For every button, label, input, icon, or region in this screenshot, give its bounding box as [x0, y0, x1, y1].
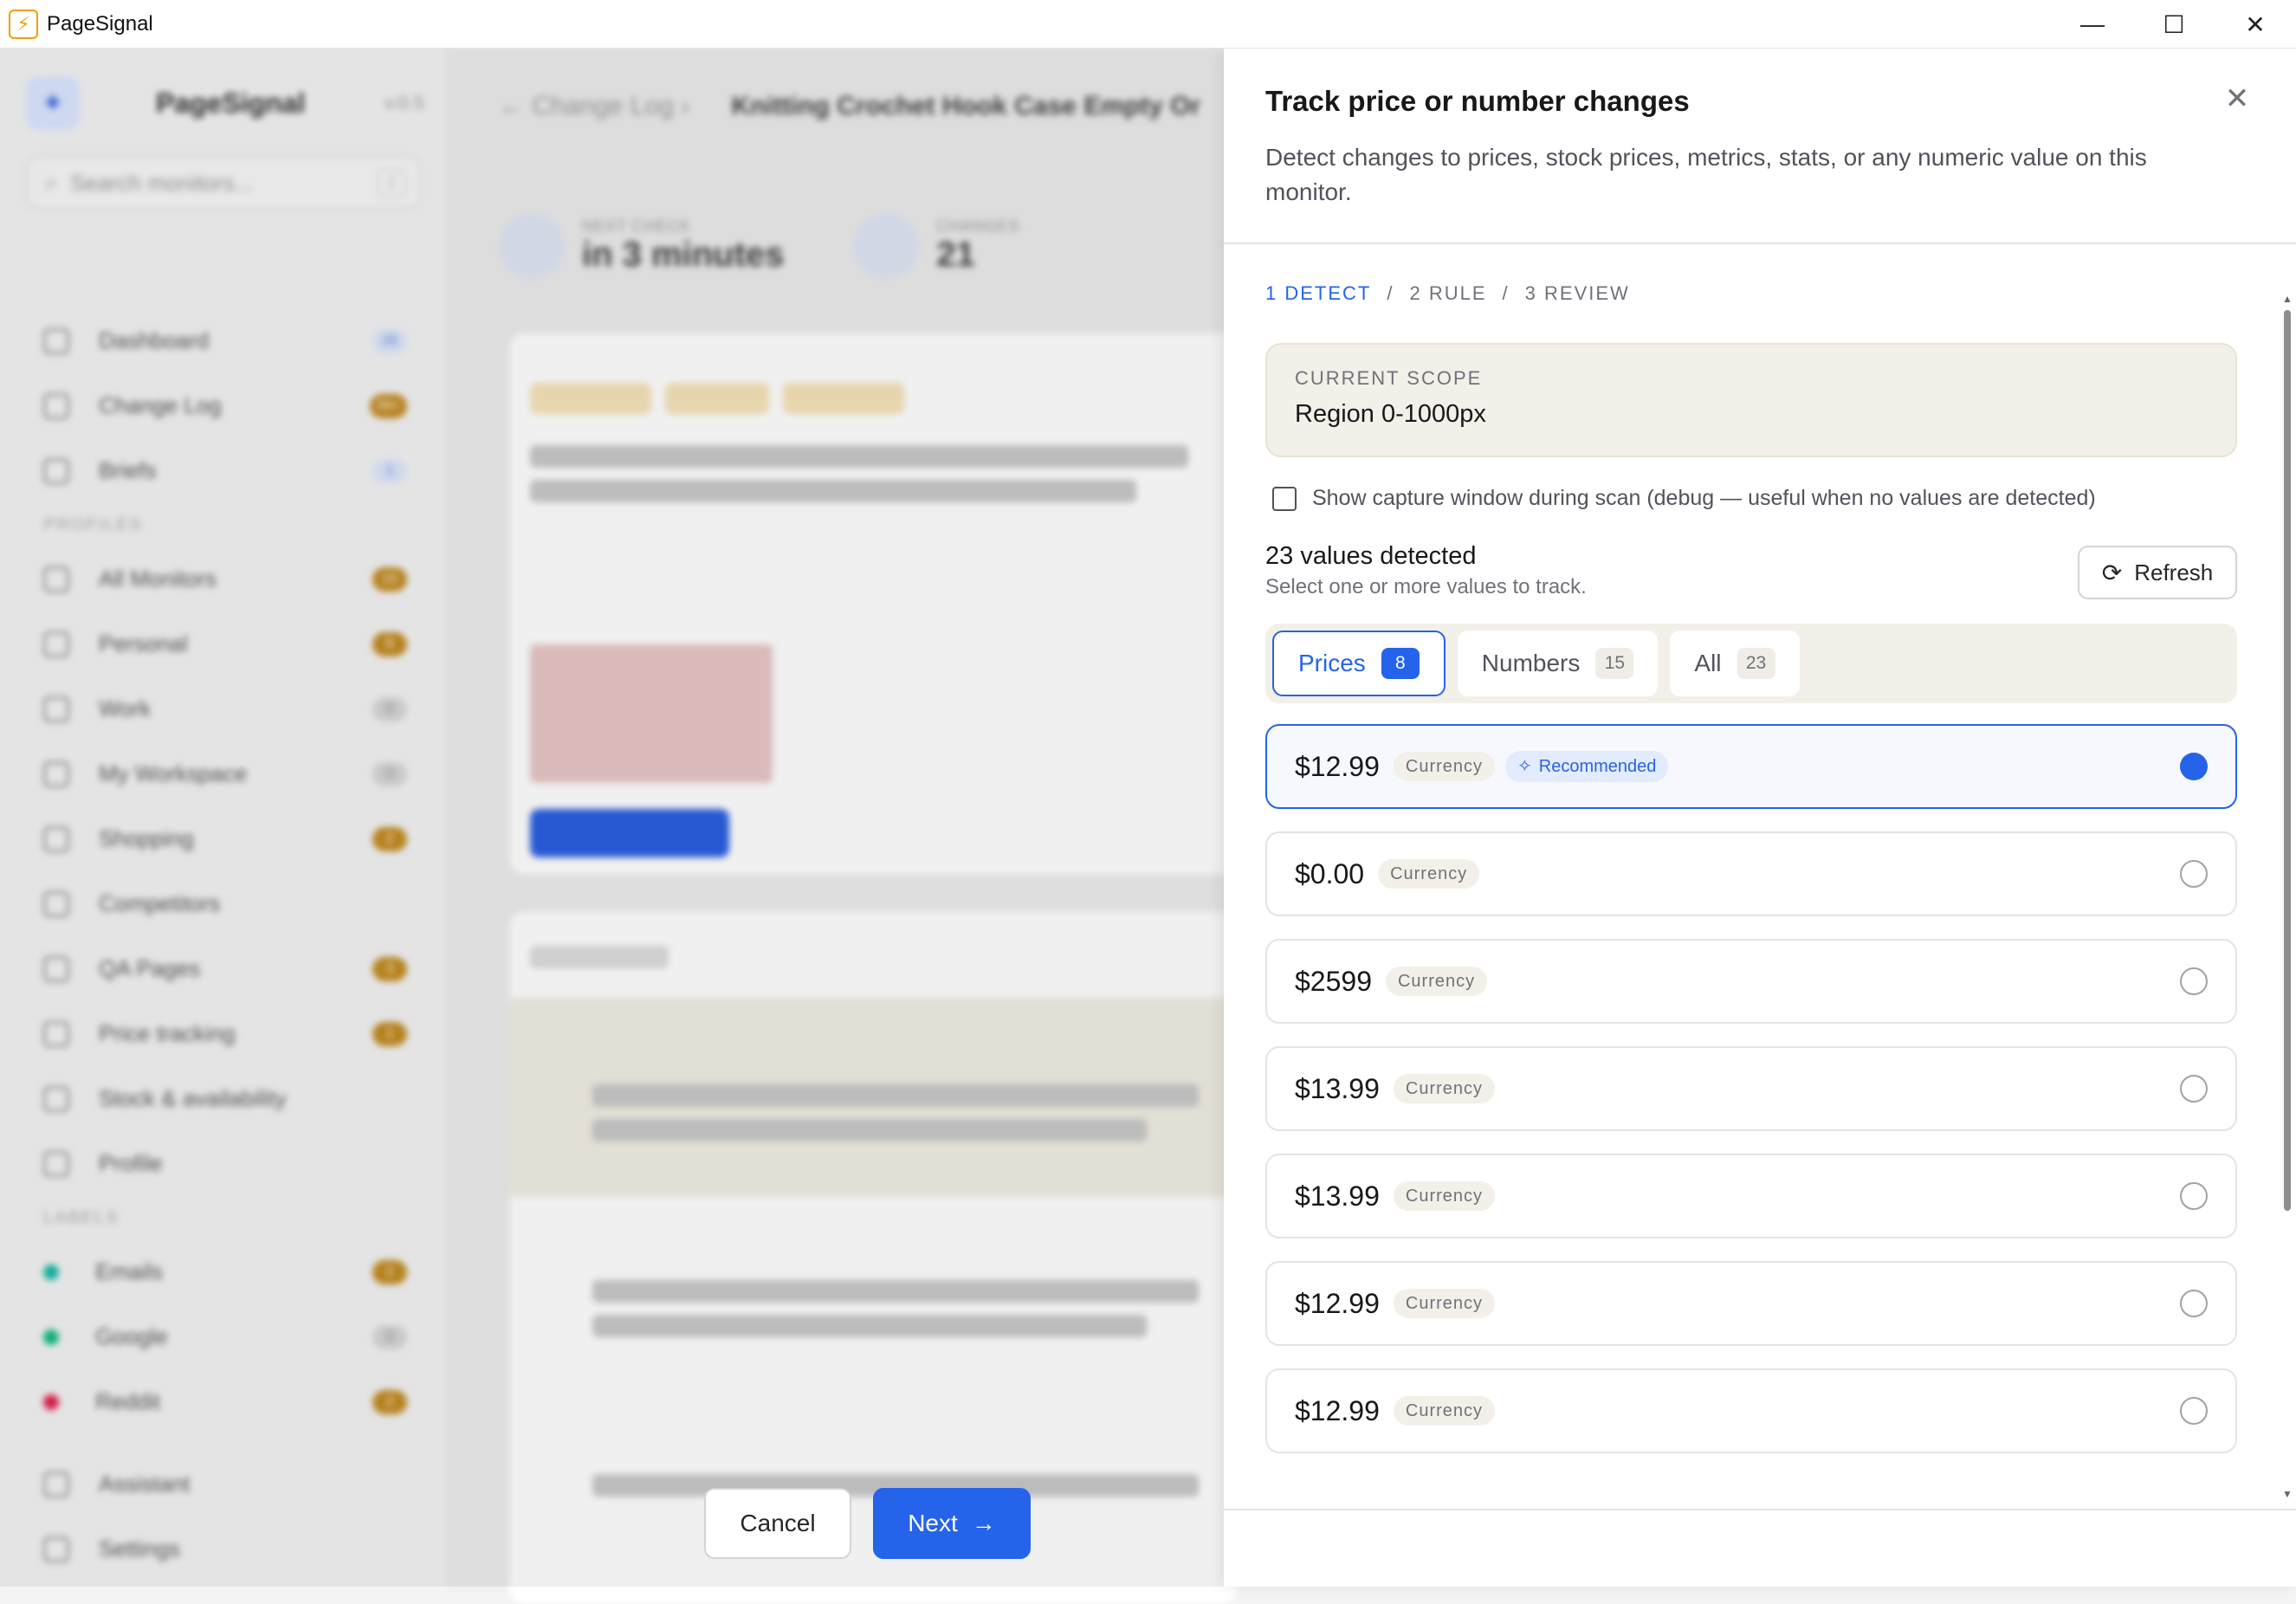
debug-checkbox[interactable] — [1272, 486, 1297, 511]
tab-numbers[interactable]: Numbers 15 — [1457, 631, 1659, 696]
value-radio[interactable] — [2180, 967, 2208, 995]
cancel-button[interactable]: Cancel — [704, 1488, 851, 1559]
debug-option[interactable]: Show capture window during scan (debug —… — [1272, 486, 2096, 511]
step-rule: 2 RULE — [1409, 282, 1487, 304]
refresh-button[interactable]: ⟳ Refresh — [2078, 546, 2237, 599]
tab-all[interactable]: All 23 — [1670, 631, 1800, 696]
dialog-footer — [1224, 1509, 2296, 1587]
value-radio[interactable] — [2180, 1397, 2208, 1425]
values-detected-subtitle: Select one or more values to track. — [1265, 575, 1587, 598]
value-option[interactable]: $13.99 Currency — [1265, 1154, 2237, 1239]
value-amount: $12.99 — [1295, 1287, 1380, 1319]
value-amount: $2599 — [1295, 965, 1372, 997]
value-option[interactable]: $0.00 Currency — [1265, 831, 2237, 916]
scope-value: Region 0-1000px — [1295, 400, 1486, 428]
value-option[interactable]: $2599 Currency — [1265, 939, 2237, 1024]
value-option[interactable]: $12.99 Currency — [1265, 1261, 2237, 1346]
wizard-steps: 1 DETECT / 2 RULE / 3 REVIEW — [1265, 282, 1630, 305]
scope-label: CURRENT SCOPE — [1295, 367, 1483, 389]
tab-count: 8 — [1381, 648, 1420, 679]
value-radio[interactable] — [2180, 1182, 2208, 1210]
dialog-scrollbar[interactable]: ▲ ▼ — [2282, 249, 2293, 1505]
track-changes-dialog: Track price or number changes Detect cha… — [1224, 49, 2296, 1587]
values-detected-title: 23 values detected — [1265, 542, 1477, 570]
value-radio[interactable] — [2180, 1290, 2208, 1317]
dialog-description: Detect changes to prices, stock prices, … — [1265, 144, 2147, 205]
next-label: Next — [908, 1510, 958, 1536]
minimize-button[interactable]: — — [2052, 0, 2133, 49]
scroll-up-icon[interactable]: ▲ — [2282, 293, 2293, 305]
step-review: 3 REVIEW — [1524, 282, 1630, 304]
window-title: PageSignal — [47, 11, 153, 36]
debug-checkbox-label[interactable]: Show capture window during scan (debug —… — [1312, 486, 2096, 511]
step-separator: / — [1502, 282, 1510, 304]
values-list: $12.99 Currency ✧ Recommended $0.00 Curre… — [1265, 724, 2237, 1504]
close-icon[interactable]: ✕ — [2220, 81, 2254, 116]
value-amount: $12.99 — [1295, 1394, 1380, 1426]
step-separator: / — [1387, 282, 1394, 304]
dialog-title: Track price or number changes — [1265, 85, 1690, 117]
value-type-badge: Currency — [1393, 752, 1496, 781]
value-option[interactable]: $12.99 Currency — [1265, 1368, 2237, 1453]
close-window-button[interactable]: ✕ — [2215, 0, 2296, 49]
sparkle-icon: ✧ — [1517, 757, 1532, 776]
value-option[interactable]: $12.99 Currency ✧ Recommended — [1265, 724, 2237, 809]
tab-label: Prices — [1298, 650, 1366, 676]
value-amount: $12.99 — [1295, 750, 1380, 782]
tab-count: 23 — [1737, 648, 1775, 679]
window-controls: — ☐ ✕ — [2052, 0, 2296, 49]
modal-backdrop[interactable] — [0, 49, 1224, 1587]
refresh-icon: ⟳ — [2101, 559, 2123, 586]
current-scope-box: CURRENT SCOPE Region 0-1000px — [1265, 343, 2237, 457]
window-titlebar: ⚡ PageSignal — ☐ ✕ — [0, 0, 2296, 49]
app-logo-icon: ⚡ — [9, 9, 38, 39]
tab-label: All — [1694, 650, 1722, 676]
refresh-label: Refresh — [2134, 559, 2214, 585]
value-type-badge: Currency — [1385, 967, 1488, 996]
dialog-header: Track price or number changes Detect cha… — [1224, 49, 2296, 244]
value-amount: $13.99 — [1295, 1072, 1380, 1104]
tab-label: Numbers — [1481, 650, 1581, 676]
value-type-badge: Currency — [1393, 1396, 1496, 1426]
value-type-badge: Currency — [1393, 1181, 1496, 1211]
scrollbar-thumb[interactable] — [2284, 310, 2291, 1211]
value-type-badge: Currency — [1393, 1289, 1496, 1318]
value-amount: $13.99 — [1295, 1180, 1380, 1212]
scroll-down-icon[interactable]: ▼ — [2282, 1488, 2293, 1500]
next-button[interactable]: Next → — [873, 1488, 1031, 1559]
value-radio[interactable] — [2180, 1075, 2208, 1103]
value-type-tabs: Prices 8 Numbers 15 All 23 — [1265, 624, 2237, 703]
value-amount: $0.00 — [1295, 857, 1365, 889]
value-type-badge: Currency — [1393, 1074, 1496, 1103]
tab-count: 15 — [1595, 648, 1634, 679]
value-type-badge: Currency — [1378, 859, 1480, 889]
recommended-label: Recommended — [1538, 757, 1657, 776]
step-detect: 1 DETECT — [1265, 282, 1372, 304]
arrow-right-icon: → — [971, 1510, 996, 1536]
maximize-button[interactable]: ☐ — [2133, 0, 2215, 49]
value-option[interactable]: $13.99 Currency — [1265, 1046, 2237, 1131]
value-radio[interactable] — [2180, 753, 2208, 780]
recommended-badge: ✧ Recommended — [1505, 751, 1669, 782]
tab-prices[interactable]: Prices 8 — [1272, 631, 1446, 696]
value-radio[interactable] — [2180, 860, 2208, 888]
